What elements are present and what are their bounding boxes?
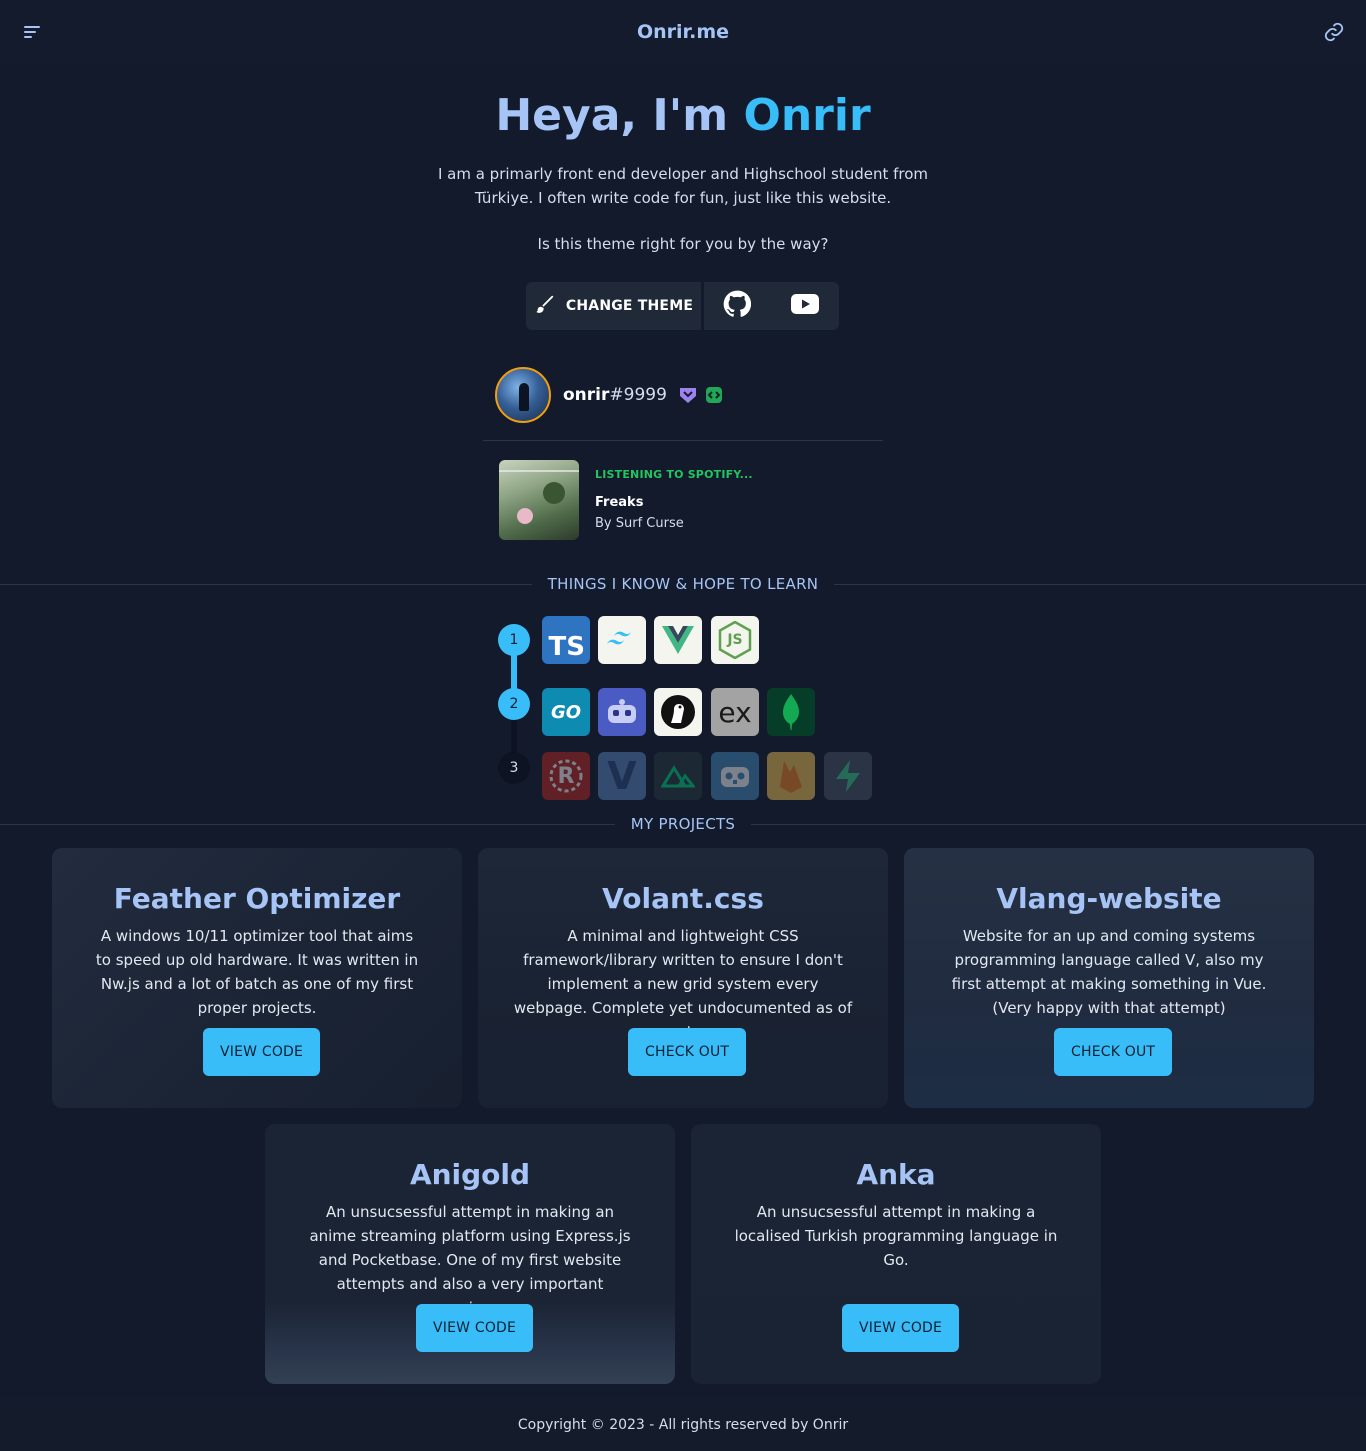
album-cover xyxy=(499,460,579,540)
change-theme-button[interactable]: CHANGE THEME xyxy=(526,282,704,330)
project-title: Feather Optimizer xyxy=(113,882,401,915)
youtube-icon xyxy=(790,294,819,318)
vue-icon[interactable] xyxy=(654,616,702,664)
check-out-button[interactable]: CHECK OUT xyxy=(1054,1028,1173,1076)
change-theme-label: CHANGE THEME xyxy=(565,298,694,314)
nodejs-icon[interactable]: JS xyxy=(711,616,759,664)
skills-heading: THINGS I KNOW & HOPE TO LEARN xyxy=(0,574,1366,594)
firebase-icon[interactable] xyxy=(767,752,815,800)
github-icon xyxy=(723,290,752,322)
view-code-button[interactable]: VIEW CODE xyxy=(416,1304,534,1352)
project-title: Volant.css xyxy=(602,882,764,915)
discord-bot-icon[interactable] xyxy=(598,688,646,736)
spotify-song: Freaks xyxy=(595,495,644,510)
footer: Copyright © 2023 - All rights reserved b… xyxy=(0,1398,1366,1451)
project-title: Anigold xyxy=(409,1158,531,1191)
project-description: A minimal and lightweight CSS framework/… xyxy=(513,927,853,1041)
vlang-icon[interactable]: V xyxy=(598,752,646,800)
hero-description: I am a primarly front end developer and … xyxy=(437,165,929,207)
timeline-step-2: 2 xyxy=(498,688,530,720)
project-title: Vlang-website xyxy=(996,882,1222,915)
profile-divider xyxy=(483,440,883,441)
site-brand[interactable]: Onrir.me xyxy=(637,21,729,43)
typescript-icon[interactable]: TS xyxy=(542,616,590,664)
check-out-button[interactable]: CHECK OUT xyxy=(628,1028,747,1076)
hero-title: Heya, I'm Onrir xyxy=(0,90,1366,141)
project-card-anigold: Anigold An unsucsessful attempt in makin… xyxy=(265,1124,675,1384)
github-button[interactable] xyxy=(704,282,770,330)
avatar xyxy=(495,367,551,423)
discord-profile: onrir#9999 xyxy=(495,367,723,423)
copyright-text: Copyright © 2023 - All rights reserved b… xyxy=(517,1416,849,1433)
spotify-status: LISTENING TO SPOTIFY... xyxy=(595,468,753,481)
timeline-step-1: 1 xyxy=(498,624,530,656)
view-code-button[interactable]: VIEW CODE xyxy=(203,1028,321,1076)
hero-greeting: Heya, I'm xyxy=(495,90,744,141)
project-description: An unsucsessful attempt in making an ani… xyxy=(309,1203,631,1317)
rust-icon[interactable]: R xyxy=(542,752,590,800)
link-icon[interactable] xyxy=(1322,20,1346,44)
spotify-activity: LISTENING TO SPOTIFY... Freaks By Surf C… xyxy=(499,460,753,540)
project-card-feather-optimizer: Feather Optimizer A windows 10/11 optimi… xyxy=(52,848,462,1108)
projects-heading: MY PROJECTS xyxy=(0,814,1366,834)
project-description: A windows 10/11 optimizer tool that aims… xyxy=(95,927,419,1017)
timeline-step-3: 3 xyxy=(498,752,530,784)
theme-question: Is this theme right for you by the way? xyxy=(537,235,829,253)
nuxt-icon[interactable] xyxy=(654,752,702,800)
tailwind-icon[interactable] xyxy=(598,616,646,664)
discord-username: onrir#9999 xyxy=(563,385,667,405)
hypesquad-badge-icon xyxy=(679,386,697,404)
supabase-icon[interactable] xyxy=(824,752,872,800)
deno-icon[interactable] xyxy=(654,688,702,736)
project-description: An unsucsessful attempt in making a loca… xyxy=(734,1203,1058,1269)
express-icon[interactable]: ex xyxy=(711,688,759,736)
hero-name: Onrir xyxy=(743,90,871,141)
discord-discriminator: #9999 xyxy=(609,385,667,405)
project-description: Website for an up and coming systems pro… xyxy=(951,927,1267,1017)
active-developer-badge-icon xyxy=(705,386,723,404)
view-code-button[interactable]: VIEW CODE xyxy=(842,1304,960,1352)
hero-button-group: CHANGE THEME xyxy=(526,282,839,330)
spotify-artist: By Surf Curse xyxy=(595,516,684,531)
project-card-volant-css: Volant.css A minimal and lightweight CSS… xyxy=(478,848,888,1108)
go-icon[interactable]: GO xyxy=(542,688,590,736)
menu-icon[interactable] xyxy=(20,20,44,44)
brush-icon xyxy=(534,293,556,319)
project-card-vlang-website: Vlang-website Website for an up and comi… xyxy=(904,848,1314,1108)
mongodb-icon[interactable] xyxy=(767,688,815,736)
godot-icon[interactable] xyxy=(711,752,759,800)
navbar: Onrir.me xyxy=(0,0,1366,64)
project-title: Anka xyxy=(856,1158,936,1191)
project-card-anka: Anka An unsucsessful attempt in making a… xyxy=(691,1124,1101,1384)
youtube-button[interactable] xyxy=(770,282,839,330)
